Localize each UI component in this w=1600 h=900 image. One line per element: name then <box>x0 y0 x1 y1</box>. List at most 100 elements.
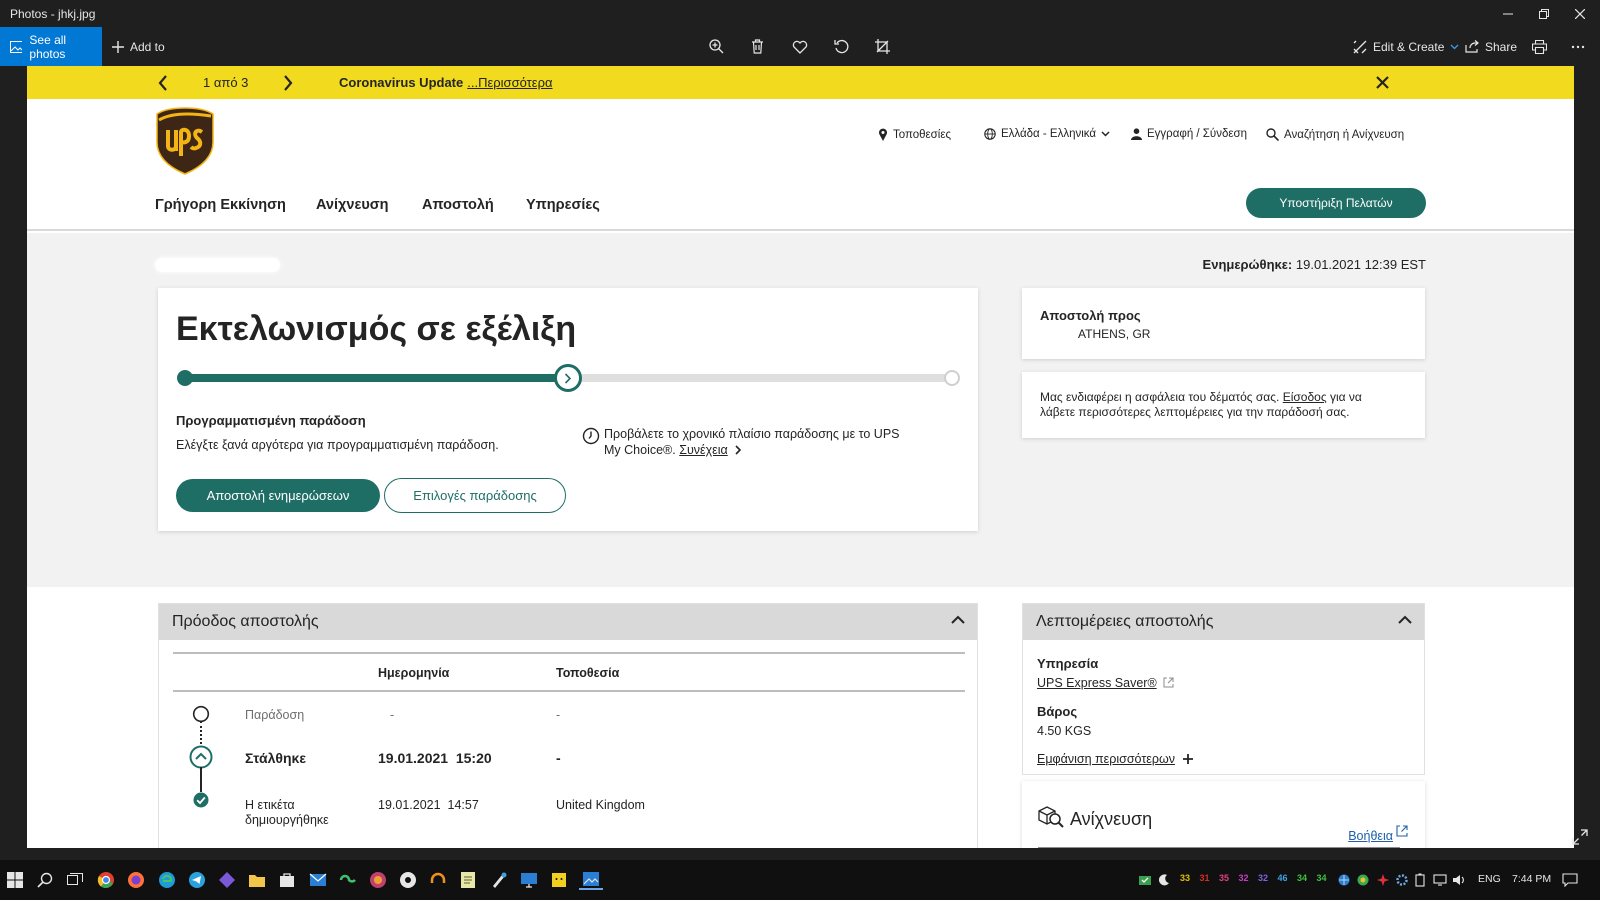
my-choice-continue-link[interactable]: Συνέχεια <box>679 443 728 457</box>
tray-globe-icon[interactable] <box>1338 874 1350 886</box>
show-more-link[interactable]: Εμφάνιση περισσότερων <box>1037 752 1194 766</box>
send-updates-button[interactable]: Αποστολή ενημερώσεων <box>176 479 380 512</box>
share-label: Share <box>1485 39 1518 54</box>
tray-gear-icon[interactable] <box>1396 874 1408 886</box>
nav-quick-start[interactable]: Γρήγορη Εκκίνηση <box>155 197 286 213</box>
taskbar-telegram[interactable] <box>187 870 207 890</box>
tray-language[interactable]: ENG <box>1478 873 1501 885</box>
nav-tracking[interactable]: Ανίχνευση <box>316 197 389 213</box>
task-view-icon <box>67 873 83 885</box>
row-2-location: - <box>556 750 561 766</box>
tray-clock[interactable]: 7:44 PM <box>1512 873 1551 885</box>
chevron-down-icon <box>1101 131 1110 137</box>
add-to-button[interactable]: Add to <box>112 27 165 66</box>
location-pin-icon <box>879 128 887 141</box>
tray-moon-icon[interactable] <box>1158 874 1170 886</box>
taskbar-notepad[interactable] <box>458 870 478 890</box>
taskbar-app-steam[interactable] <box>398 870 418 890</box>
tray-readout-3[interactable]: 35 <box>1219 873 1229 883</box>
taskbar-sticky-notes[interactable] <box>549 870 569 890</box>
taskbar-app-purple[interactable] <box>217 870 237 890</box>
chevron-left-icon[interactable] <box>158 75 168 91</box>
shipment-progress-header[interactable]: Πρόοδος αποστολής <box>159 604 977 640</box>
tray-readout-4[interactable]: 32 <box>1239 873 1249 883</box>
search-link[interactable]: Αναζήτηση ή Ανίχνευση <box>1266 128 1404 141</box>
notifications-icon[interactable] <box>1562 873 1578 887</box>
tray-battery-icon[interactable] <box>1415 873 1425 887</box>
taskbar-app-orange[interactable] <box>428 870 448 890</box>
favorite-button[interactable] <box>792 27 808 66</box>
taskbar-file-explorer[interactable] <box>247 870 267 890</box>
language-selector[interactable]: Ελλάδα - Ελληνικά <box>984 128 1110 140</box>
progress-start-dot <box>177 370 193 386</box>
nav-shipping[interactable]: Αποστολή <box>422 197 494 213</box>
service-value: UPS Express Saver® <box>1037 676 1174 690</box>
start-button[interactable] <box>5 870 25 890</box>
taskbar-app-green[interactable] <box>338 870 358 890</box>
security-login-link[interactable]: Είσοδος <box>1283 390 1327 404</box>
nav-services[interactable]: Υπηρεσίες <box>526 197 600 213</box>
tray-volume-icon[interactable] <box>1452 874 1466 886</box>
promo-more-link[interactable]: ...Περισσότερα <box>467 75 552 90</box>
tray-chrome-icon[interactable] <box>1357 874 1369 886</box>
service-link[interactable]: UPS Express Saver® <box>1037 676 1157 690</box>
taskbar-mail[interactable] <box>308 870 328 890</box>
taskbar-photos-active[interactable] <box>579 870 603 890</box>
taskbar-chrome[interactable] <box>96 870 116 890</box>
see-all-photos-button[interactable]: See all photos <box>0 27 102 66</box>
zoom-button[interactable] <box>709 27 724 66</box>
close-window-button[interactable] <box>1557 0 1600 27</box>
fullscreen-expand-icon[interactable] <box>1572 829 1588 845</box>
search-label: Αναζήτηση ή Ανίχνευση <box>1284 128 1405 141</box>
trash-icon <box>752 39 763 54</box>
row-1-date: - <box>390 708 395 722</box>
tray-readout-7[interactable]: 34 <box>1297 873 1307 883</box>
telegram-icon <box>189 872 205 888</box>
tray-red-star-icon[interactable] <box>1377 874 1389 886</box>
delivery-options-button[interactable]: Επιλογές παράδοσης <box>384 478 566 513</box>
tray-readout-6[interactable]: 46 <box>1278 873 1288 883</box>
site-header: Τοποθεσίες Ελλάδα - Ελληνικά Εγγραφή / Σ… <box>27 99 1574 231</box>
taskbar-store[interactable] <box>277 870 297 890</box>
more-options-button[interactable] <box>1571 27 1585 66</box>
remote-desktop-icon <box>521 873 537 888</box>
shipment-details-panel: Λεπτομέρειες αποστολής Υπηρεσία UPS Expr… <box>1022 603 1425 775</box>
close-icon[interactable] <box>1376 76 1389 89</box>
photo-viewer: 1 από 3 Coronavirus Update ...Περισσότερα… <box>0 66 1600 848</box>
login-link[interactable]: Εγγραφή / Σύνδεση <box>1131 128 1247 140</box>
shipment-details-header[interactable]: Λεπτομέρειες αποστολής <box>1023 604 1424 640</box>
chevron-right-icon[interactable] <box>283 75 293 91</box>
taskbar-app-paint[interactable] <box>489 870 509 890</box>
customer-support-button[interactable]: Υποστήριξη Πελατών <box>1246 188 1426 218</box>
taskbar-remote-desktop[interactable] <box>519 870 539 890</box>
print-button[interactable] <box>1532 27 1547 66</box>
share-button[interactable]: Share <box>1465 27 1517 66</box>
tray-readout-2[interactable]: 31 <box>1200 873 1210 883</box>
task-view-button[interactable] <box>65 870 85 890</box>
rotate-button[interactable] <box>834 27 849 66</box>
notepad-icon <box>461 872 475 888</box>
taskbar-edge[interactable] <box>157 870 177 890</box>
ship-to-label: Αποστολή προς <box>1040 308 1141 323</box>
ups-logo[interactable] <box>155 106 215 176</box>
tray-readout-1[interactable]: 33 <box>1180 873 1190 883</box>
user-icon <box>1131 128 1142 140</box>
edit-create-label: Edit & Create <box>1373 39 1445 54</box>
taskbar-app-multicolor[interactable] <box>368 870 388 890</box>
tracking-package-icon <box>1038 806 1064 828</box>
locations-link[interactable]: Τοποθεσίες <box>878 128 951 141</box>
taskbar-search-button[interactable] <box>35 870 55 890</box>
tray-vpn-icon[interactable] <box>1138 874 1152 886</box>
edit-create-button[interactable]: Edit & Create <box>1353 27 1459 66</box>
tracking-help-link[interactable]: Βοήθεια <box>1348 829 1393 843</box>
ship-to-value: ATHENS, GR <box>1078 327 1151 341</box>
chevron-right-icon <box>735 445 742 455</box>
delete-button[interactable] <box>751 27 764 66</box>
tray-readout-5[interactable]: 32 <box>1258 873 1268 883</box>
add-to-label: Add to <box>130 39 165 54</box>
tray-network-icon[interactable] <box>1433 874 1447 886</box>
taskbar-firefox[interactable] <box>126 870 146 890</box>
tracking-number-input[interactable] <box>1038 847 1400 848</box>
tray-readout-8[interactable]: 34 <box>1317 873 1327 883</box>
crop-button[interactable] <box>875 27 890 66</box>
